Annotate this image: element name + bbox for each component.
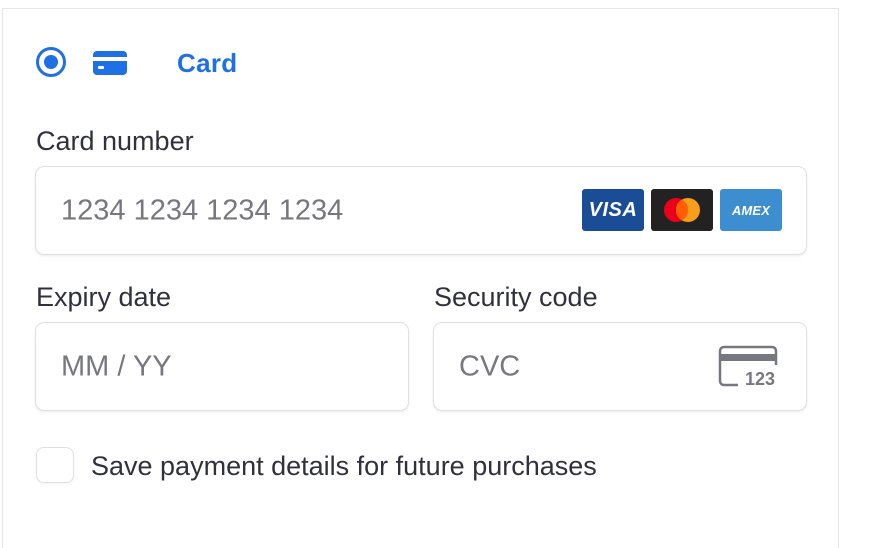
expiry-label: Expiry date	[36, 282, 172, 312]
cvc-placeholder: CVC	[459, 350, 521, 382]
credit-card-icon	[93, 51, 127, 75]
card-brands: VISA AMEX	[582, 189, 782, 231]
card-number-placeholder: 1234 1234 1234 1234	[61, 194, 344, 226]
security-code-input[interactable]: CVC 123	[433, 322, 807, 411]
security-code-label: Security code	[434, 282, 598, 312]
radio-selected-dot	[44, 55, 58, 69]
amex-logo: AMEX	[720, 189, 782, 231]
cvc-icon-text: 123	[745, 369, 775, 389]
card-method-radio[interactable]	[36, 47, 66, 77]
visa-logo: VISA	[582, 189, 644, 231]
card-method-label[interactable]: Card	[177, 48, 237, 79]
card-number-label: Card number	[36, 126, 194, 156]
mastercard-logo	[651, 189, 713, 231]
card-number-input[interactable]: 1234 1234 1234 1234 VISA AMEX	[35, 166, 807, 255]
save-details-checkbox[interactable]	[36, 447, 74, 483]
save-details-label[interactable]: Save payment details for future purchase…	[91, 451, 597, 482]
expiry-input[interactable]: MM / YY	[35, 322, 409, 411]
cvc-card-icon: 123	[718, 345, 778, 389]
expiry-placeholder: MM / YY	[61, 350, 172, 382]
